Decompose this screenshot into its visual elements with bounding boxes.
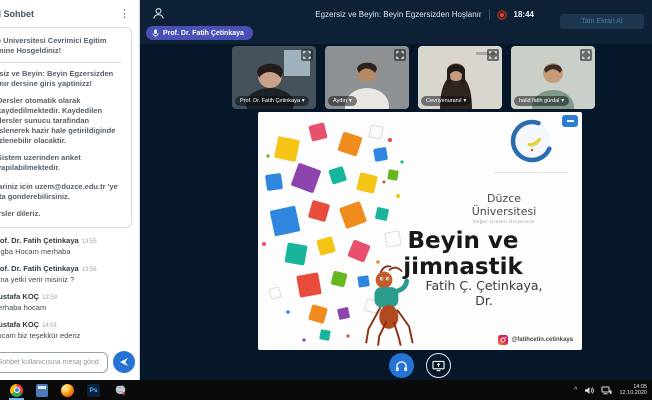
chat-welcome-divider <box>0 62 121 63</box>
taskbar-firefox-icon[interactable] <box>61 380 74 400</box>
chat-info-line: Dersler otomatik olarak kaydedilmektedir… <box>0 96 121 146</box>
divider <box>489 9 490 20</box>
windows-taskbar: Ps ^ 14:05 12.10.2020 <box>0 380 652 400</box>
chat-welcome-box: Düzce Universitesi Cevrimici Egitim Sist… <box>0 27 132 228</box>
top-bar: Egzersiz ve Beyin: Beyin Egzersizden Hoş… <box>140 0 652 44</box>
webcam-strip: Prof. Dr. Fatih Çetinkaya▾ Aydın▾ Cevriy… <box>232 46 595 109</box>
tray-expand-chevron-icon[interactable]: ^ <box>574 387 577 394</box>
minimize-presentation-button[interactable] <box>562 115 578 127</box>
taskbar-clock[interactable]: 14:05 12.10.2020 <box>619 384 647 397</box>
chat-closing-line: Iyi dersler dileriz. <box>0 209 121 219</box>
volume-icon[interactable] <box>584 386 594 395</box>
chevron-down-icon: ▾ <box>463 98 466 104</box>
fullscreen-icon[interactable] <box>487 49 499 61</box>
message-time: 13:59 <box>42 295 57 301</box>
meeting-title: Egzersiz ve Beyin: Beyin Egzersizden Hoş… <box>315 10 481 19</box>
chevron-down-icon: ▾ <box>302 98 305 104</box>
taskbar-photoshop-icon[interactable]: Ps <box>87 380 100 400</box>
chevron-down-icon: ▾ <box>349 98 352 104</box>
chat-panel-title: Genel Sohbet <box>0 9 34 19</box>
message-text: merhaba hocam <box>0 303 134 312</box>
presenter-badge-label: Prof. Dr. Fatih Çetinkaya <box>163 30 244 37</box>
webcam-name-pill[interactable]: Cevriyenuranıl▾ <box>421 96 471 106</box>
join-audio-button[interactable] <box>389 353 414 378</box>
chat-panel: Genel Sohbet ⋮ Düzce Universitesi Cevrim… <box>0 0 140 380</box>
webcam-name-pill[interactable]: halid fatih gürdal▾ <box>514 96 569 106</box>
chat-contact-line: Sorulariniz icin uzem@duzce.edu.tr 'ye e… <box>0 182 121 202</box>
microphone-icon <box>152 29 159 38</box>
message-text: Tugba Hocam merhaba <box>0 247 134 256</box>
message-text: Hocam biz teşekkür ederiz <box>0 331 134 340</box>
message-author: Mustafa KOÇ <box>0 320 39 329</box>
social-handle: @fatihcetin.cetinkaya <box>511 337 573 343</box>
fullscreen-icon[interactable] <box>301 49 313 61</box>
send-icon <box>119 357 129 367</box>
webcam-tile[interactable]: Cevriyenuranıl▾ <box>418 46 502 109</box>
ant-illustration <box>354 262 426 348</box>
clock-date: 12.10.2020 <box>619 390 647 397</box>
chat-message: Prof. Dr. Fatih Çetinkaya13:56 bana yetk… <box>0 264 134 284</box>
webcam-name-pill[interactable]: Aydın▾ <box>328 96 357 106</box>
webcam-tile[interactable]: Aydın▾ <box>325 46 409 109</box>
record-timer: 18:44 <box>514 10 534 19</box>
taskbar-chrome-icon[interactable] <box>10 380 23 400</box>
message-author: Prof. Dr. Fatih Çetinkaya <box>0 236 79 245</box>
taskbar-calculator-icon[interactable] <box>36 380 48 400</box>
participants-icon[interactable] <box>152 7 165 25</box>
chat-welcome-line: Düzce Universitesi Cevrimici Egitim Sist… <box>0 36 121 56</box>
chat-info-line: Sistem uzerinden anket yapilabilmektedir… <box>0 153 121 173</box>
chat-session-line: Egzersiz ve Beyin: Beyin Egzersizden Hoş… <box>0 69 121 89</box>
chat-message-input[interactable] <box>0 352 108 373</box>
taskbar-brain-app-icon[interactable] <box>113 380 127 400</box>
chevron-down-icon: ▾ <box>561 98 564 104</box>
chat-message: Prof. Dr. Fatih Çetinkaya13:55 Tugba Hoc… <box>0 236 134 256</box>
webcam-name-pill[interactable]: Prof. Dr. Fatih Çetinkaya▾ <box>235 96 309 106</box>
screen-share-icon <box>432 360 445 372</box>
meeting-window: Egzersiz ve Beyin: Beyin Egzersizden Hoş… <box>0 0 652 400</box>
headset-icon <box>395 360 408 372</box>
fullscreen-icon[interactable] <box>394 49 406 61</box>
university-tagline: Değer Üreten Üniversite <box>456 219 552 224</box>
screen-share-button[interactable] <box>426 353 451 378</box>
chat-message: Mustafa KOÇ13:59 merhaba hocam <box>0 292 134 312</box>
action-bar <box>258 353 582 378</box>
chat-message-list: Prof. Dr. Fatih Çetinkaya13:55 Tugba Hoc… <box>0 228 140 340</box>
webcam-tile[interactable]: Prof. Dr. Fatih Çetinkaya▾ <box>232 46 316 109</box>
message-text: bana yetki verir misiniz ? <box>0 275 134 284</box>
message-time: 13:55 <box>82 239 97 245</box>
university-name: Düzce Üniversitesi <box>456 192 552 218</box>
chat-message: Mustafa KOÇ14:01 Hocam biz teşekkür eder… <box>0 320 134 340</box>
instagram-icon <box>498 335 508 345</box>
message-author: Prof. Dr. Fatih Çetinkaya <box>0 264 79 273</box>
message-time: 14:01 <box>42 323 57 329</box>
network-icon[interactable] <box>601 386 612 395</box>
chat-options-kebab-icon[interactable]: ⋮ <box>119 7 130 20</box>
send-message-button[interactable] <box>113 351 135 373</box>
presentation-slide: Düzce Üniversitesi Değer Üreten Üniversi… <box>258 112 582 350</box>
university-logo <box>508 117 556 165</box>
webcam-tile[interactable]: halid fatih gürdal▾ <box>511 46 595 109</box>
message-author: Mustafa KOÇ <box>0 292 39 301</box>
record-indicator-icon[interactable] <box>497 10 507 20</box>
presenter-badge: Prof. Dr. Fatih Çetinkaya <box>146 26 253 40</box>
fullscreen-icon[interactable] <box>580 49 592 61</box>
message-time: 13:56 <box>82 267 97 273</box>
logo-divider <box>494 172 568 173</box>
slide-author: Fatih Ç. Çetinkaya, Dr. <box>416 278 552 308</box>
fullscreen-tooltip: Tam Ekran Al <box>560 14 644 29</box>
